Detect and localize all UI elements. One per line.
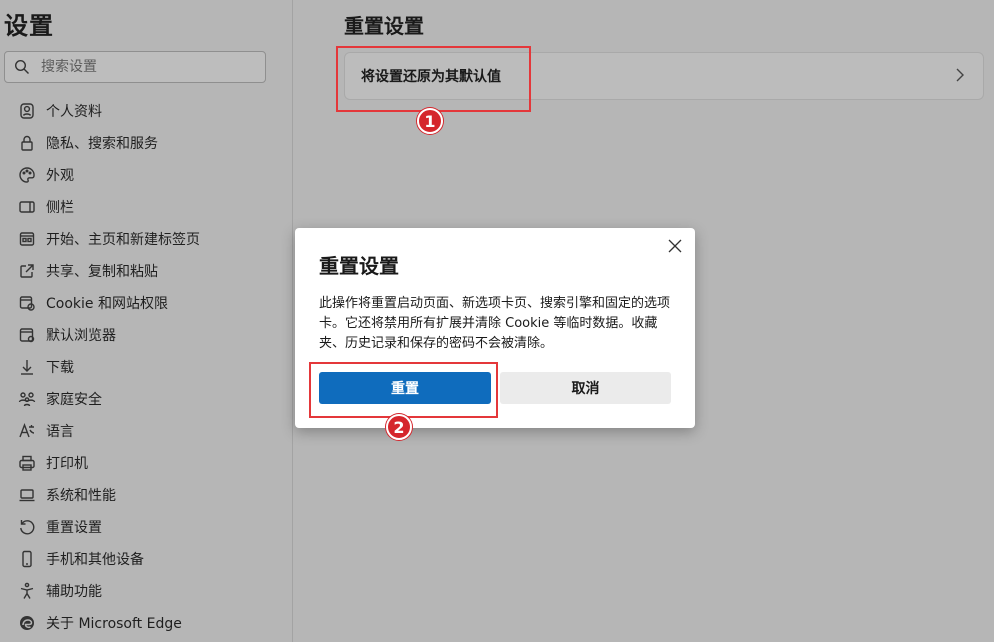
laptop-icon	[16, 486, 38, 504]
sidebar-item-downloads[interactable]: 下载	[0, 351, 292, 383]
search-icon	[5, 59, 39, 75]
sidebar-item-label: 共享、复制和粘贴	[46, 264, 158, 280]
sidebar-item-label: 系统和性能	[46, 488, 116, 504]
page-title: 重置设置	[344, 14, 424, 38]
settings-sidebar: 设置 个人资料 隐私、搜索和服务 外观 侧栏 开始、主页和新建标签页	[0, 0, 293, 642]
sidebar-item-accessibility[interactable]: 辅助功能	[0, 575, 292, 607]
callout-step1-box	[336, 46, 531, 112]
sidebar-item-appearance[interactable]: 外观	[0, 159, 292, 191]
sidebar-item-label: 侧栏	[46, 200, 74, 216]
sidebar-item-label: 下载	[46, 360, 74, 376]
sidebar-item-privacy[interactable]: 隐私、搜索和服务	[0, 127, 292, 159]
share-icon	[16, 262, 38, 280]
sidebar-item-system[interactable]: 系统和性能	[0, 479, 292, 511]
sidebar-item-family[interactable]: 家庭安全	[0, 383, 292, 415]
printer-icon	[16, 454, 38, 472]
sidebar-nav: 个人资料 隐私、搜索和服务 外观 侧栏 开始、主页和新建标签页 共享、复制和粘贴…	[0, 95, 292, 639]
step2-badge: 2	[386, 414, 412, 440]
reset-icon	[16, 518, 38, 536]
palette-icon	[16, 166, 38, 184]
family-icon	[16, 390, 38, 408]
sidebar-item-label: 重置设置	[46, 520, 102, 536]
sidebar-item-start-home[interactable]: 开始、主页和新建标签页	[0, 223, 292, 255]
callout-step2-box	[309, 362, 498, 418]
search-input[interactable]	[39, 58, 243, 76]
dialog-message: 此操作将重置启动页面、新选项卡页、搜索引擎和固定的选项卡。它还将禁用所有扩展并清…	[319, 296, 671, 351]
sidebar-item-cookies[interactable]: Cookie 和网站权限	[0, 287, 292, 319]
sidebar-item-default-browser[interactable]: 默认浏览器	[0, 319, 292, 351]
edge-logo-icon	[16, 614, 38, 632]
step1-badge: 1	[417, 108, 443, 134]
close-icon[interactable]	[667, 238, 683, 254]
sidebar-item-label: 语言	[46, 424, 74, 440]
sidebar-item-label: 家庭安全	[46, 392, 102, 408]
sidebar-item-sidebar[interactable]: 侧栏	[0, 191, 292, 223]
sidebar-item-label: Cookie 和网站权限	[46, 296, 168, 312]
sidebar-item-label: 隐私、搜索和服务	[46, 136, 158, 152]
sidebar-item-label: 开始、主页和新建标签页	[46, 232, 200, 248]
browser-icon	[16, 326, 38, 344]
language-icon	[16, 422, 38, 440]
sidebar-item-profile[interactable]: 个人资料	[0, 95, 292, 127]
phone-icon	[16, 550, 38, 568]
sidebar-title: 设置	[4, 12, 54, 40]
accessibility-icon	[16, 582, 38, 600]
sidebar-item-label: 打印机	[46, 456, 88, 472]
lock-icon	[16, 134, 38, 152]
home-tab-icon	[16, 230, 38, 248]
sidebar-item-share[interactable]: 共享、复制和粘贴	[0, 255, 292, 287]
sidebar-item-label: 外观	[46, 168, 74, 184]
sidebar-item-language[interactable]: 语言	[0, 415, 292, 447]
chevron-right-icon	[955, 67, 965, 86]
sidebar-item-reset[interactable]: 重置设置	[0, 511, 292, 543]
sidebar-item-phone[interactable]: 手机和其他设备	[0, 543, 292, 575]
sidebar-item-label: 辅助功能	[46, 584, 102, 600]
sidebar-item-label: 手机和其他设备	[46, 552, 144, 568]
sidebar-item-label: 个人资料	[46, 104, 102, 120]
download-icon	[16, 358, 38, 376]
sidebar-item-label: 默认浏览器	[46, 328, 116, 344]
site-permissions-icon	[16, 294, 38, 312]
dialog-title: 重置设置	[319, 254, 399, 278]
profile-icon	[16, 102, 38, 120]
sidebar-item-about[interactable]: 关于 Microsoft Edge	[0, 607, 292, 639]
cancel-button[interactable]: 取消	[500, 372, 671, 404]
search-box[interactable]	[4, 51, 266, 83]
sidebar-icon	[16, 198, 38, 216]
sidebar-item-label: 关于 Microsoft Edge	[46, 616, 182, 632]
sidebar-item-printers[interactable]: 打印机	[0, 447, 292, 479]
